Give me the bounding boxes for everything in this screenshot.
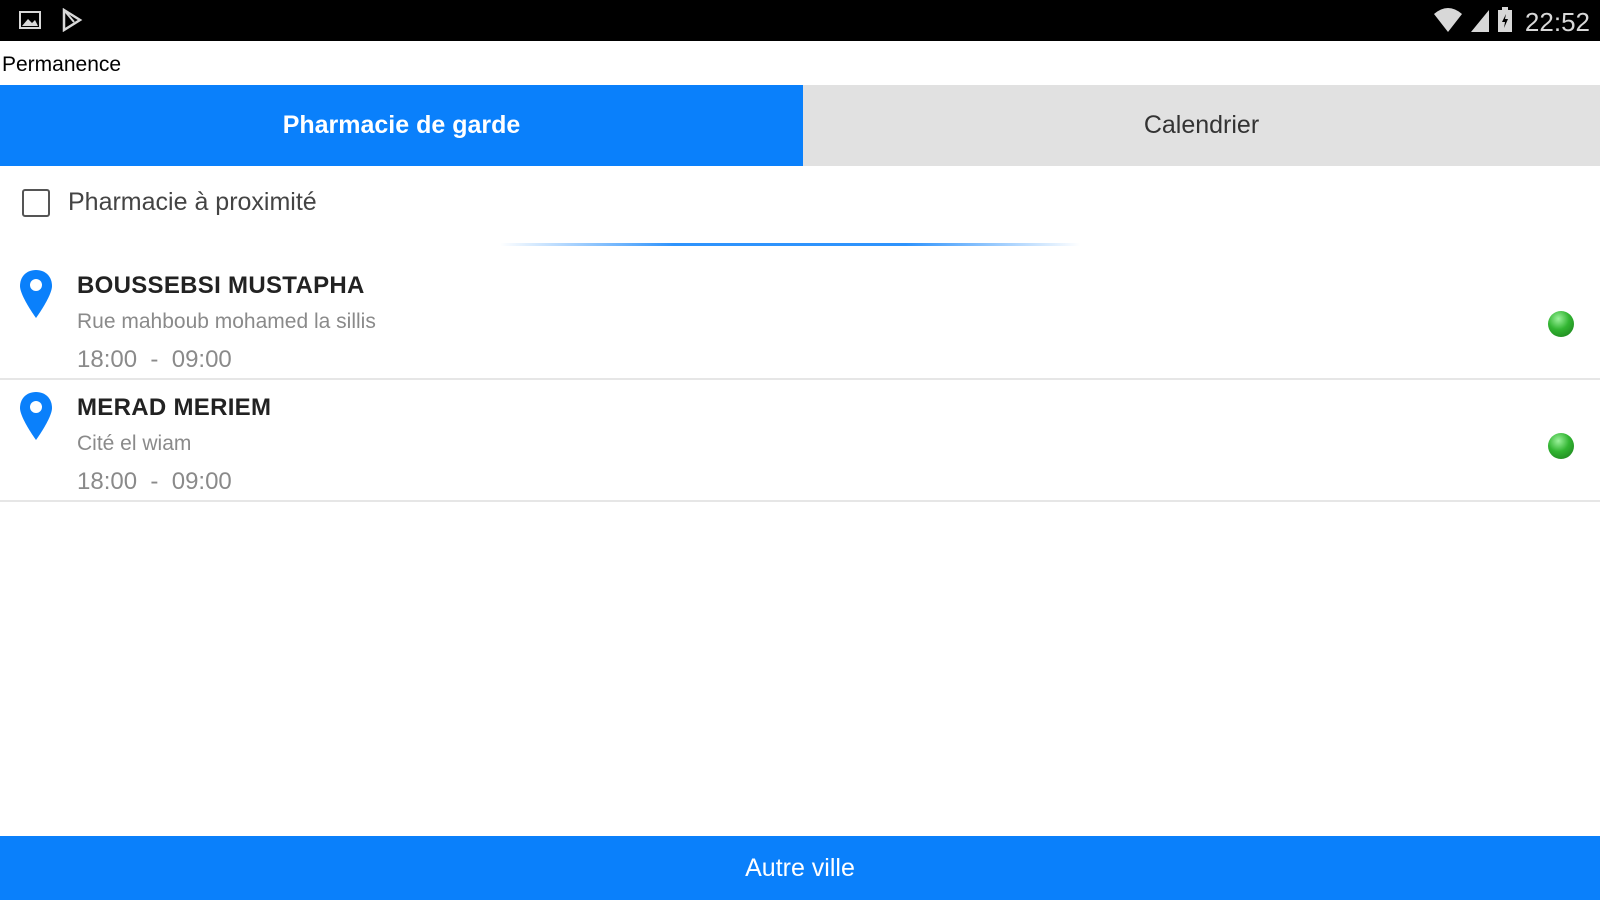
divider xyxy=(500,243,1080,246)
title-bar: Permanence xyxy=(0,41,1600,85)
list-item[interactable]: BOUSSEBSI MUSTAPHA Rue mahboub mohamed l… xyxy=(0,258,1600,380)
pharmacy-name: BOUSSEBSI MUSTAPHA xyxy=(77,272,365,299)
signal-icon xyxy=(1469,6,1491,39)
pharmacy-hours: 18:00 - 09:00 xyxy=(77,346,232,373)
battery-icon xyxy=(1497,6,1513,39)
tab-calendrier[interactable]: Calendrier xyxy=(803,85,1600,166)
list-item[interactable]: MERAD MERIEM Cité el wiam 18:00 - 09:00 xyxy=(0,380,1600,502)
tab-bar: Pharmacie de garde Calendrier xyxy=(0,85,1600,166)
pharmacy-address: Cité el wiam xyxy=(77,432,192,455)
pharmacy-address: Rue mahboub mohamed la sillis xyxy=(77,310,376,333)
pharmacy-name: MERAD MERIEM xyxy=(77,394,272,421)
open-status-indicator xyxy=(1548,311,1574,337)
proximity-label: Pharmacie à proximité xyxy=(68,188,317,216)
proximity-option[interactable]: Pharmacie à proximité xyxy=(22,188,317,217)
proximity-checkbox[interactable] xyxy=(22,188,50,217)
wifi-icon xyxy=(1433,6,1463,39)
map-pin-icon[interactable] xyxy=(18,268,54,325)
status-time: 22:52 xyxy=(1524,7,1590,37)
status-left-icons xyxy=(18,7,84,37)
pharmacy-list: BOUSSEBSI MUSTAPHA Rue mahboub mohamed l… xyxy=(0,258,1600,502)
play-store-icon xyxy=(60,7,84,37)
pharmacy-hours: 18:00 - 09:00 xyxy=(77,468,232,495)
status-right-icons: 22:52 xyxy=(1433,6,1590,39)
status-bar: 22:52 xyxy=(0,0,1600,41)
tab-pharmacie-de-garde[interactable]: Pharmacie de garde xyxy=(0,85,803,166)
open-status-indicator xyxy=(1548,433,1574,459)
autre-ville-button[interactable]: Autre ville xyxy=(0,836,1600,900)
image-icon xyxy=(18,9,42,36)
map-pin-icon[interactable] xyxy=(18,390,54,447)
page-title: Permanence xyxy=(2,53,122,76)
